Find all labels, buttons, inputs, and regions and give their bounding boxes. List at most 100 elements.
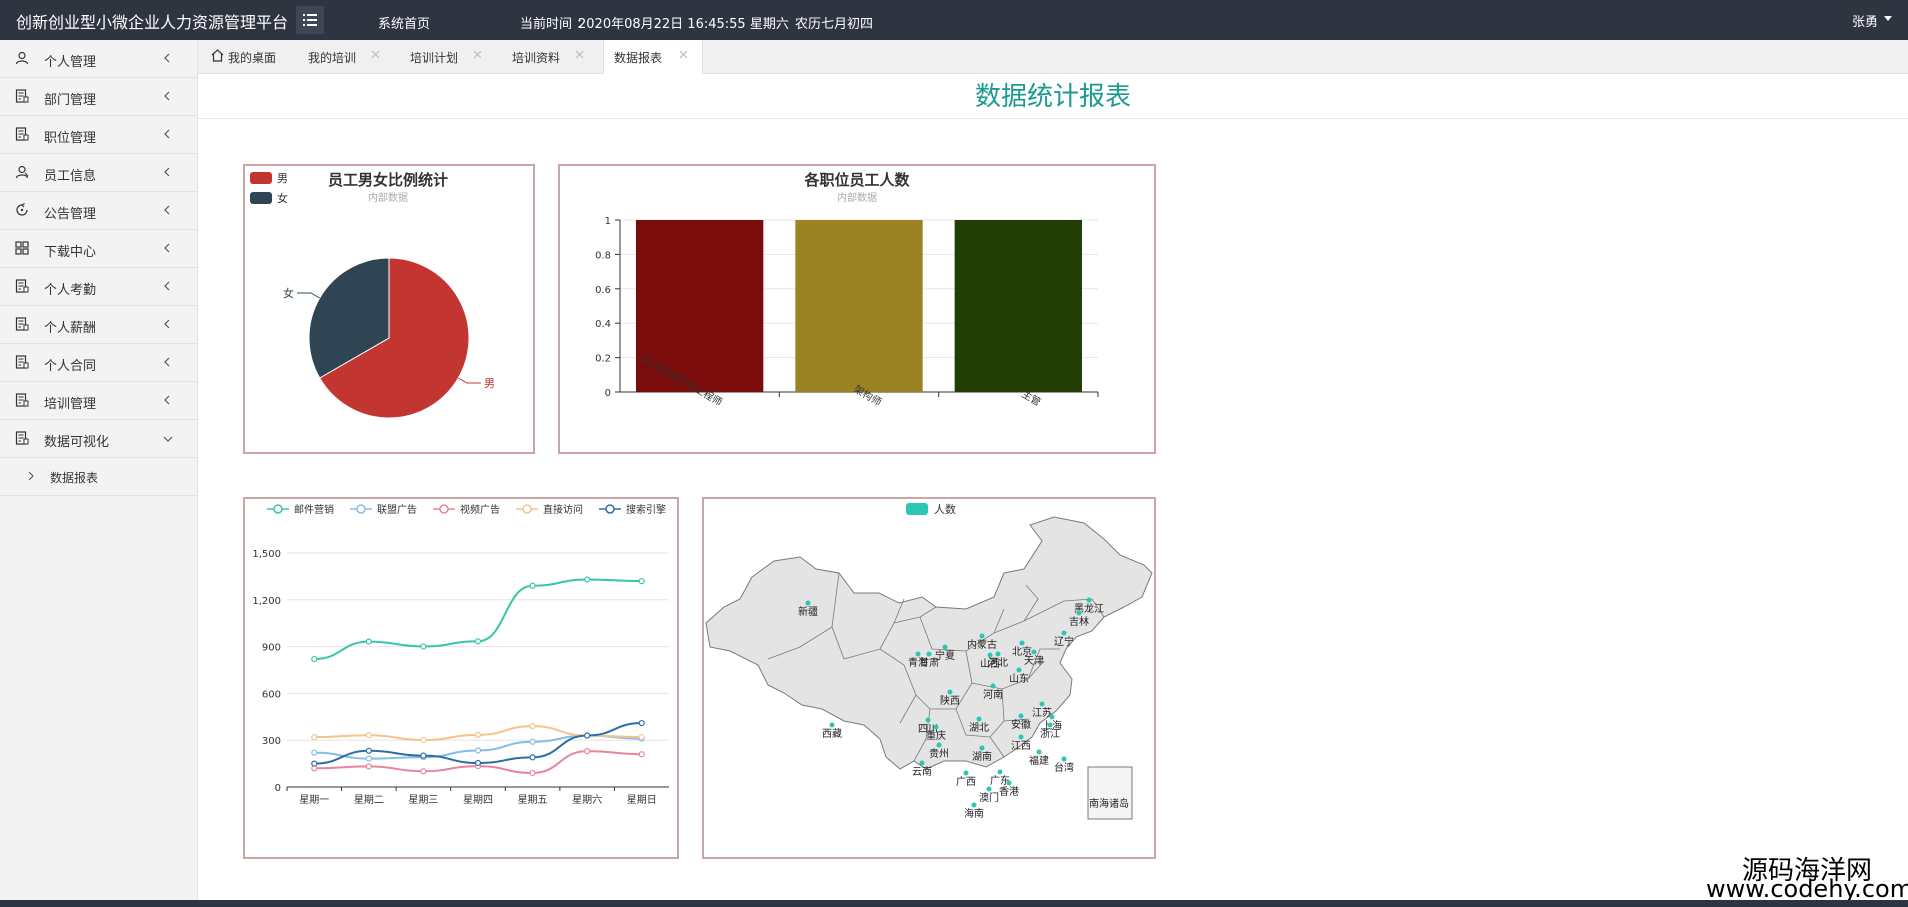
series-point[interactable] — [529, 738, 536, 745]
series-point[interactable] — [365, 763, 372, 770]
map-point[interactable] — [990, 683, 996, 689]
legend-label-female[interactable]: 女 — [277, 191, 288, 205]
series-point[interactable] — [638, 733, 645, 741]
map-point[interactable] — [976, 716, 982, 722]
legend-label[interactable]: 邮件营销 — [294, 503, 334, 516]
sidebar-item[interactable]: 下载中心 — [0, 230, 197, 268]
series-point[interactable] — [311, 733, 318, 741]
menu-toggle-button[interactable] — [296, 6, 324, 34]
legend-marker[interactable] — [439, 504, 449, 514]
sidebar-item[interactable]: 公告管理 — [0, 192, 197, 230]
legend-marker[interactable] — [522, 504, 532, 514]
series-point[interactable] — [311, 749, 318, 756]
sidebar-item[interactable]: 个人考勤 — [0, 268, 197, 306]
map-point[interactable] — [1049, 714, 1055, 720]
caret-down-icon[interactable] — [1884, 16, 1892, 21]
sidebar-item[interactable]: 培训管理 — [0, 382, 197, 420]
tab-training-plan[interactable]: 培训计划 — [400, 40, 492, 73]
map-point[interactable] — [829, 722, 835, 728]
series-point[interactable] — [474, 638, 482, 645]
series-point[interactable] — [365, 732, 372, 739]
map-point[interactable] — [925, 717, 931, 723]
user-menu[interactable]: 张勇 — [1852, 11, 1878, 30]
bar-2[interactable] — [954, 220, 1082, 392]
sidebar-item[interactable]: 个人管理 — [0, 40, 197, 78]
legend-swatch-male[interactable] — [250, 172, 272, 184]
series-point[interactable] — [365, 755, 372, 762]
series-point[interactable] — [584, 748, 591, 755]
series-point[interactable] — [529, 769, 536, 777]
series-point[interactable] — [420, 643, 427, 650]
legend-swatch-female[interactable] — [250, 192, 272, 204]
sidebar-item[interactable]: 员工信息 — [0, 154, 197, 192]
series-point[interactable] — [311, 655, 318, 663]
map-point[interactable] — [1018, 713, 1024, 719]
map-point[interactable] — [926, 651, 932, 657]
map-point[interactable] — [1016, 667, 1022, 673]
sidebar-item[interactable]: 个人合同 — [0, 344, 197, 382]
tab-training-materials[interactable]: 培训资料 — [502, 40, 594, 73]
map-point[interactable] — [933, 724, 939, 730]
series-point[interactable] — [638, 577, 645, 585]
series-point[interactable] — [420, 768, 427, 775]
legend-label[interactable]: 视频广告 — [460, 503, 500, 516]
bar-1[interactable] — [795, 220, 923, 392]
map-point[interactable] — [919, 760, 925, 766]
map-point[interactable] — [1006, 780, 1012, 786]
map-point[interactable] — [936, 742, 942, 748]
map-point[interactable] — [1031, 649, 1037, 655]
series-point[interactable] — [365, 638, 372, 645]
tab-my-training[interactable]: 我的培训 — [298, 40, 390, 73]
map-point[interactable] — [805, 600, 811, 606]
series-line-1[interactable] — [314, 734, 642, 760]
legend-label[interactable]: 搜索引擎 — [626, 503, 666, 516]
series-point[interactable] — [365, 747, 372, 754]
map-point[interactable] — [979, 745, 985, 751]
series-point[interactable] — [638, 751, 645, 758]
legend-label-male[interactable]: 男 — [277, 172, 288, 185]
map-point[interactable] — [997, 769, 1003, 775]
sidebar-item[interactable]: 职位管理 — [0, 116, 197, 154]
sidebar-item[interactable]: 个人薪酬 — [0, 306, 197, 344]
series-point[interactable] — [474, 759, 482, 767]
map-point[interactable] — [987, 652, 993, 658]
map-point[interactable] — [1086, 597, 1092, 603]
map-point[interactable] — [915, 651, 921, 657]
sidebar-item[interactable]: 数据可视化 — [0, 420, 197, 458]
close-icon[interactable] — [679, 50, 688, 59]
series-point[interactable] — [474, 731, 482, 738]
close-icon[interactable] — [371, 50, 380, 59]
series-line-0[interactable] — [314, 578, 642, 661]
sidebar-item[interactable]: 部门管理 — [0, 78, 197, 116]
legend-marker[interactable] — [605, 504, 615, 514]
map-point[interactable] — [1076, 610, 1082, 616]
series-point[interactable] — [474, 747, 482, 754]
close-icon[interactable] — [473, 50, 482, 59]
series-point[interactable] — [584, 732, 591, 739]
map-point[interactable] — [1061, 630, 1067, 636]
legend-label[interactable]: 直接访问 — [543, 503, 583, 516]
close-icon[interactable] — [575, 50, 584, 59]
series-point[interactable] — [420, 736, 427, 744]
series-point[interactable] — [638, 719, 645, 727]
series-point[interactable] — [584, 576, 591, 583]
legend-label[interactable]: 联盟广告 — [377, 503, 417, 516]
series-point[interactable] — [311, 760, 318, 767]
legend-swatch-count[interactable] — [906, 503, 928, 515]
series-point[interactable] — [529, 754, 536, 761]
map-point[interactable] — [1047, 722, 1053, 728]
legend-label-count[interactable]: 人数 — [934, 503, 956, 516]
map-point[interactable] — [1036, 749, 1042, 755]
map-point[interactable] — [986, 786, 992, 792]
map-point[interactable] — [942, 644, 948, 650]
map-point[interactable] — [971, 802, 977, 808]
map-point[interactable] — [1039, 701, 1045, 707]
map-point[interactable] — [1018, 734, 1024, 740]
series-point[interactable] — [529, 723, 536, 730]
map-point[interactable] — [1019, 640, 1025, 646]
map-point[interactable] — [1061, 756, 1067, 762]
legend-marker[interactable] — [356, 504, 366, 514]
map-point[interactable] — [947, 689, 953, 695]
series-point[interactable] — [420, 752, 427, 759]
legend-marker[interactable] — [273, 504, 283, 514]
